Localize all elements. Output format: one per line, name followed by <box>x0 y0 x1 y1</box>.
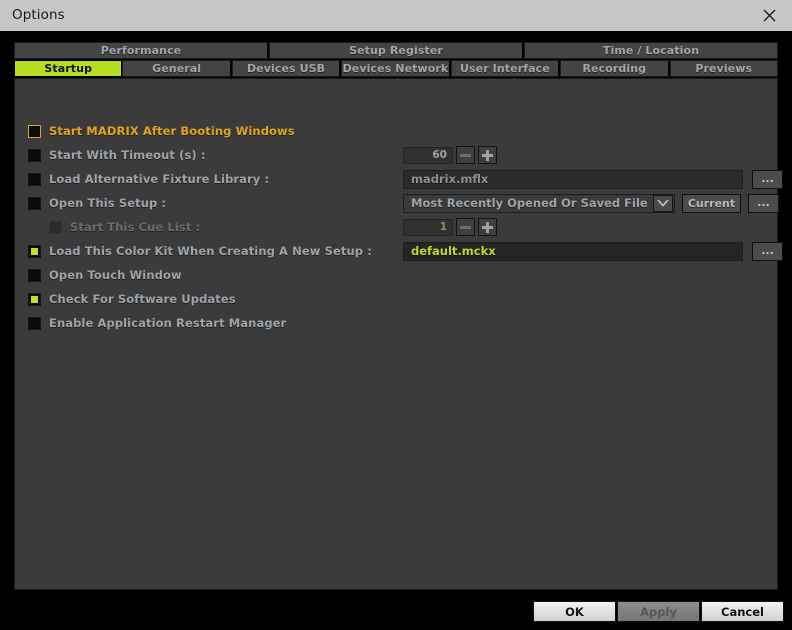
dropdown-value: Most Recently Opened Or Saved File <box>411 196 648 210</box>
cue-list-increment-button[interactable] <box>478 218 497 236</box>
tab-startup[interactable]: Startup <box>14 60 123 77</box>
tab-previews[interactable]: Previews <box>669 60 778 77</box>
tab-label: Recording <box>582 62 647 75</box>
window-title: Options <box>12 7 65 23</box>
tab-devices-network[interactable]: Devices Network <box>341 60 451 77</box>
checkbox-start-with-timeout[interactable] <box>28 148 41 162</box>
option-left-group: Open This Setup : <box>28 191 166 215</box>
current-setup-button[interactable]: Current <box>682 193 741 213</box>
option-left-group: Open Touch Window <box>28 263 182 287</box>
tab-time-location[interactable]: Time / Location <box>524 42 778 59</box>
tab-label: Time / Location <box>602 44 700 57</box>
option-left-group: Load This Color Kit When Creating A New … <box>28 239 372 263</box>
option-right-group: madrix.mflx ... <box>403 167 783 191</box>
tab-general[interactable]: General <box>122 60 232 77</box>
option-left-group: Start With Timeout (s) : <box>28 143 206 167</box>
option-right-group: default.mckx ... <box>403 239 783 263</box>
browse-color-kit-button[interactable]: ... <box>752 241 783 261</box>
close-icon <box>763 9 775 22</box>
label-open-touch-window: Open Touch Window <box>49 268 182 282</box>
option-left-group: Start MADRIX After Booting Windows <box>28 119 295 143</box>
option-row-start-with-timeout: Start With Timeout (s) : 60 <box>15 143 777 167</box>
label-enable-application-restart-manager: Enable Application Restart Manager <box>49 316 287 330</box>
options-dialog: Options Performance Setup Register Time … <box>0 0 792 630</box>
option-left-group: Enable Application Restart Manager <box>28 311 286 335</box>
tab-label: Startup <box>44 62 93 75</box>
option-left-group: Load Alternative Fixture Library : <box>28 167 269 191</box>
input-timeout-seconds[interactable]: 60 <box>403 146 453 164</box>
tab-label: Previews <box>695 62 753 75</box>
cancel-button[interactable]: Cancel <box>701 601 784 622</box>
label-start-this-cue-list: Start This Cue List : <box>70 220 201 234</box>
input-fixture-library-path[interactable]: madrix.mflx <box>403 169 743 189</box>
option-right-group: Most Recently Opened Or Saved File Curre… <box>403 191 779 215</box>
input-cue-list-number[interactable]: 1 <box>403 218 453 236</box>
checkbox-open-this-setup[interactable] <box>28 196 41 210</box>
checkbox-load-this-color-kit[interactable] <box>28 244 41 258</box>
browse-fixture-library-button[interactable]: ... <box>752 169 783 189</box>
checkbox-start-this-cue-list[interactable] <box>49 220 62 234</box>
option-right-group: 1 <box>403 215 497 239</box>
tab-label: Performance <box>100 44 182 57</box>
option-row-start-madrix: Start MADRIX After Booting Windows <box>15 119 777 143</box>
tab-label: Devices USB <box>246 62 326 75</box>
tab-strip-secondary: Performance Setup Register Time / Locati… <box>14 42 778 59</box>
tab-label: General <box>152 62 202 75</box>
input-color-kit-path[interactable]: default.mckx <box>403 241 743 261</box>
option-row-load-color-kit: Load This Color Kit When Creating A New … <box>15 239 783 263</box>
tab-label: User Interface <box>459 62 550 75</box>
checkbox-enable-application-restart-manager[interactable] <box>28 316 41 330</box>
option-row-open-this-setup: Open This Setup : Most Recently Opened O… <box>15 191 779 215</box>
tab-performance[interactable]: Performance <box>14 42 269 59</box>
option-left-group: Check For Software Updates <box>28 287 236 311</box>
checkbox-check-for-software-updates[interactable] <box>28 292 41 306</box>
checkbox-start-madrix-after-booting[interactable] <box>28 124 41 138</box>
apply-button[interactable]: Apply <box>617 601 700 622</box>
option-row-alternative-fixture-library: Load Alternative Fixture Library : madri… <box>15 167 783 191</box>
tab-user-interface[interactable]: User Interface <box>450 60 561 77</box>
label-check-for-software-updates: Check For Software Updates <box>49 292 236 306</box>
tab-devices-usb[interactable]: Devices USB <box>231 60 342 77</box>
tab-label: Devices Network <box>342 62 449 75</box>
label-start-madrix-after-booting: Start MADRIX After Booting Windows <box>49 124 295 138</box>
tab-setup-register[interactable]: Setup Register <box>269 42 524 59</box>
label-open-this-setup: Open This Setup : <box>49 196 167 210</box>
option-row-start-this-cue-list: Start This Cue List : 1 <box>15 215 777 239</box>
browse-setup-button[interactable]: ... <box>748 193 779 213</box>
label-load-alternative-fixture-library: Load Alternative Fixture Library : <box>49 172 270 186</box>
title-bar: Options <box>0 0 792 31</box>
tab-label: Setup Register <box>349 44 443 57</box>
startup-options-panel: Start MADRIX After Booting Windows Start… <box>14 78 783 590</box>
checkbox-open-touch-window[interactable] <box>28 268 41 282</box>
dialog-footer: OK Apply Cancel <box>0 597 792 630</box>
option-left-group: Start This Cue List : <box>49 215 200 239</box>
tab-strip-primary: Startup General Devices USB Devices Netw… <box>14 60 778 77</box>
ok-button[interactable]: OK <box>533 601 616 622</box>
label-load-this-color-kit: Load This Color Kit When Creating A New … <box>49 244 372 258</box>
dialog-body: Performance Setup Register Time / Locati… <box>0 31 792 630</box>
option-right-group: 60 <box>403 143 497 167</box>
close-button[interactable] <box>746 0 792 31</box>
option-row-enable-restart-manager: Enable Application Restart Manager <box>15 311 777 335</box>
timeout-decrement-button[interactable] <box>456 146 475 164</box>
chevron-down-icon[interactable] <box>653 194 673 212</box>
option-row-open-touch-window: Open Touch Window <box>15 263 777 287</box>
label-start-with-timeout: Start With Timeout (s) : <box>49 148 206 162</box>
timeout-increment-button[interactable] <box>478 146 497 164</box>
dropdown-open-this-setup[interactable]: Most Recently Opened Or Saved File <box>403 193 675 213</box>
option-row-check-software-updates: Check For Software Updates <box>15 287 777 311</box>
cue-list-decrement-button[interactable] <box>456 218 475 236</box>
tab-recording[interactable]: Recording <box>560 60 670 77</box>
checkbox-load-alternative-fixture-library[interactable] <box>28 172 41 186</box>
